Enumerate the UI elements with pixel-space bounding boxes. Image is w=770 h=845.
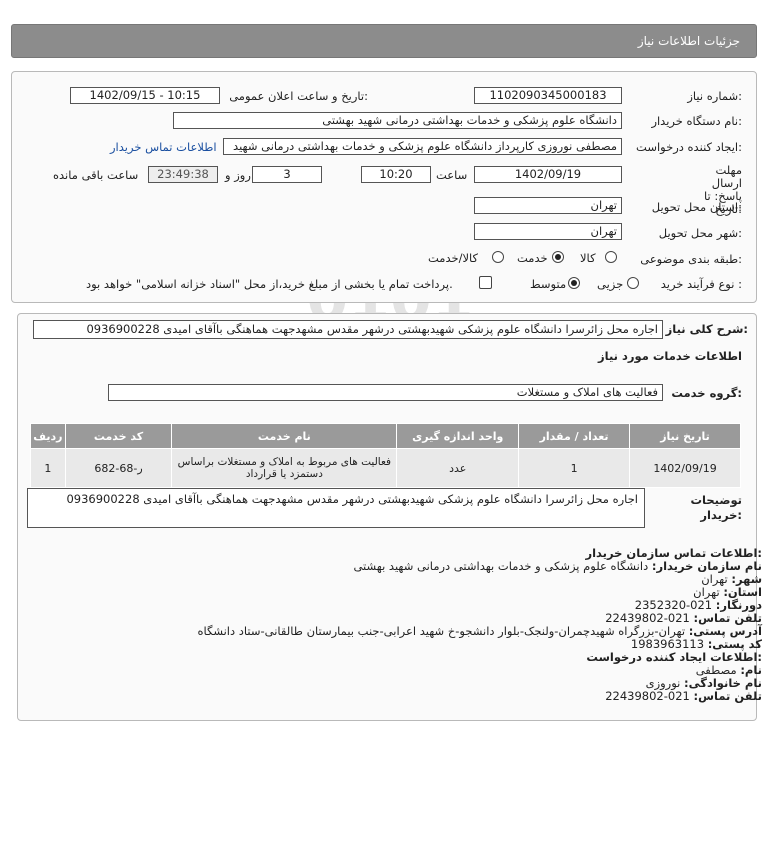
- creator-field: مصطفی نوروزی کارپرداز دانشگاه علوم پزشکی…: [223, 138, 622, 155]
- cell-index: 1: [30, 448, 66, 488]
- buyer-label: نام دستگاه خریدار:: [651, 114, 742, 128]
- creator-label: ایجاد کننده درخواست:: [636, 140, 742, 154]
- description-field: اجاره محل زائرسرا دانشگاه علوم پزشکی شهی…: [33, 320, 663, 339]
- col-code: کد خدمت: [64, 423, 173, 449]
- cell-name: فعالیت های مربوط به املاک و مستغلات براس…: [171, 448, 398, 488]
- services-section-title: اطلاعات خدمات مورد نیاز: [598, 349, 742, 363]
- category-option-goods: کالا: [580, 251, 596, 265]
- days-field: 3: [252, 166, 322, 183]
- page-header: جزئیات اطلاعات نیاز: [11, 24, 757, 58]
- city-label: شهر محل تحویل:: [658, 226, 742, 240]
- process-radio-medium[interactable]: [568, 277, 580, 289]
- need-info-panel: [11, 71, 757, 303]
- table-row: 1 ر-68-682 فعالیت های مربوط به املاک و م…: [30, 448, 741, 488]
- deadline-time-label: ساعت: [436, 168, 468, 182]
- deadline-date-field: 1402/09/19: [474, 166, 622, 183]
- col-unit: واحد اندازه گیری: [396, 423, 520, 449]
- remaining-label: ساعت باقی مانده: [53, 168, 139, 182]
- page-title: جزئیات اطلاعات نیاز: [637, 34, 740, 48]
- col-name: نام خدمت: [171, 423, 398, 449]
- category-radio-service[interactable]: [552, 251, 564, 263]
- announce-field: 1402/09/15 - 10:15: [70, 87, 220, 104]
- days-label: روز و: [225, 168, 251, 182]
- need-number-label: شماره نیاز:: [687, 89, 742, 103]
- process-radio-minor[interactable]: [627, 277, 639, 289]
- buyer-notes-label: توضیحات خریدار:: [690, 493, 743, 522]
- category-option-service: خدمت: [517, 251, 548, 265]
- service-group-field: فعالیت های املاک و مستغلات: [108, 384, 663, 401]
- need-number-field: 1102090345000183: [474, 87, 622, 104]
- payment-note: پرداخت تمام یا بخشی از مبلغ خرید،از محل …: [86, 277, 453, 291]
- buyer-field: دانشگاه علوم پزشکی و خدمات بهداشتی درمان…: [173, 112, 622, 129]
- services-table-header: ردیف کد خدمت نام خدمت واحد اندازه گیری ت…: [30, 423, 741, 449]
- process-option-minor: جزیی: [597, 277, 624, 291]
- announce-label: تاریخ و ساعت اعلان عمومی:: [229, 89, 368, 103]
- col-index: ردیف: [30, 423, 66, 449]
- cell-code: ر-68-682: [64, 448, 173, 488]
- process-label: نوع فرآیند خرید :: [660, 277, 742, 291]
- category-option-goods-service: کالا/خدمت: [428, 251, 479, 265]
- deadline-time-field: 10:20: [361, 166, 431, 183]
- buyer-contact-link[interactable]: اطلاعات تماس خریدار: [110, 140, 217, 154]
- category-radio-goods-service[interactable]: [492, 251, 504, 263]
- col-qty: تعداد / مقدار: [518, 423, 631, 449]
- cell-qty: 1: [518, 448, 631, 488]
- process-option-medium: متوسط: [530, 277, 567, 291]
- category-radio-goods[interactable]: [605, 251, 617, 263]
- province-label: استان محل تحویل:: [651, 200, 742, 214]
- payment-checkbox[interactable]: [479, 276, 492, 289]
- province-field: تهران: [474, 197, 622, 214]
- cell-unit: عدد: [396, 448, 520, 488]
- cell-date: 1402/09/19: [629, 448, 741, 488]
- remaining-time-field: 23:49:38: [148, 166, 218, 183]
- creator-phone-line: تلفن تماس: 021-22439802: [605, 689, 762, 703]
- city-field: تهران: [474, 223, 622, 240]
- service-group-label: گروه خدمت:: [671, 386, 742, 400]
- services-table: ردیف کد خدمت نام خدمت واحد اندازه گیری ت…: [30, 423, 741, 488]
- category-label: طبقه بندی موضوعی:: [640, 252, 742, 266]
- buyer-notes-field: اجاره محل زائرسرا دانشگاه علوم پزشکی شهی…: [27, 488, 645, 528]
- description-label: شرح کلی نیاز:: [665, 322, 748, 336]
- col-date: تاریخ نیاز: [629, 423, 741, 449]
